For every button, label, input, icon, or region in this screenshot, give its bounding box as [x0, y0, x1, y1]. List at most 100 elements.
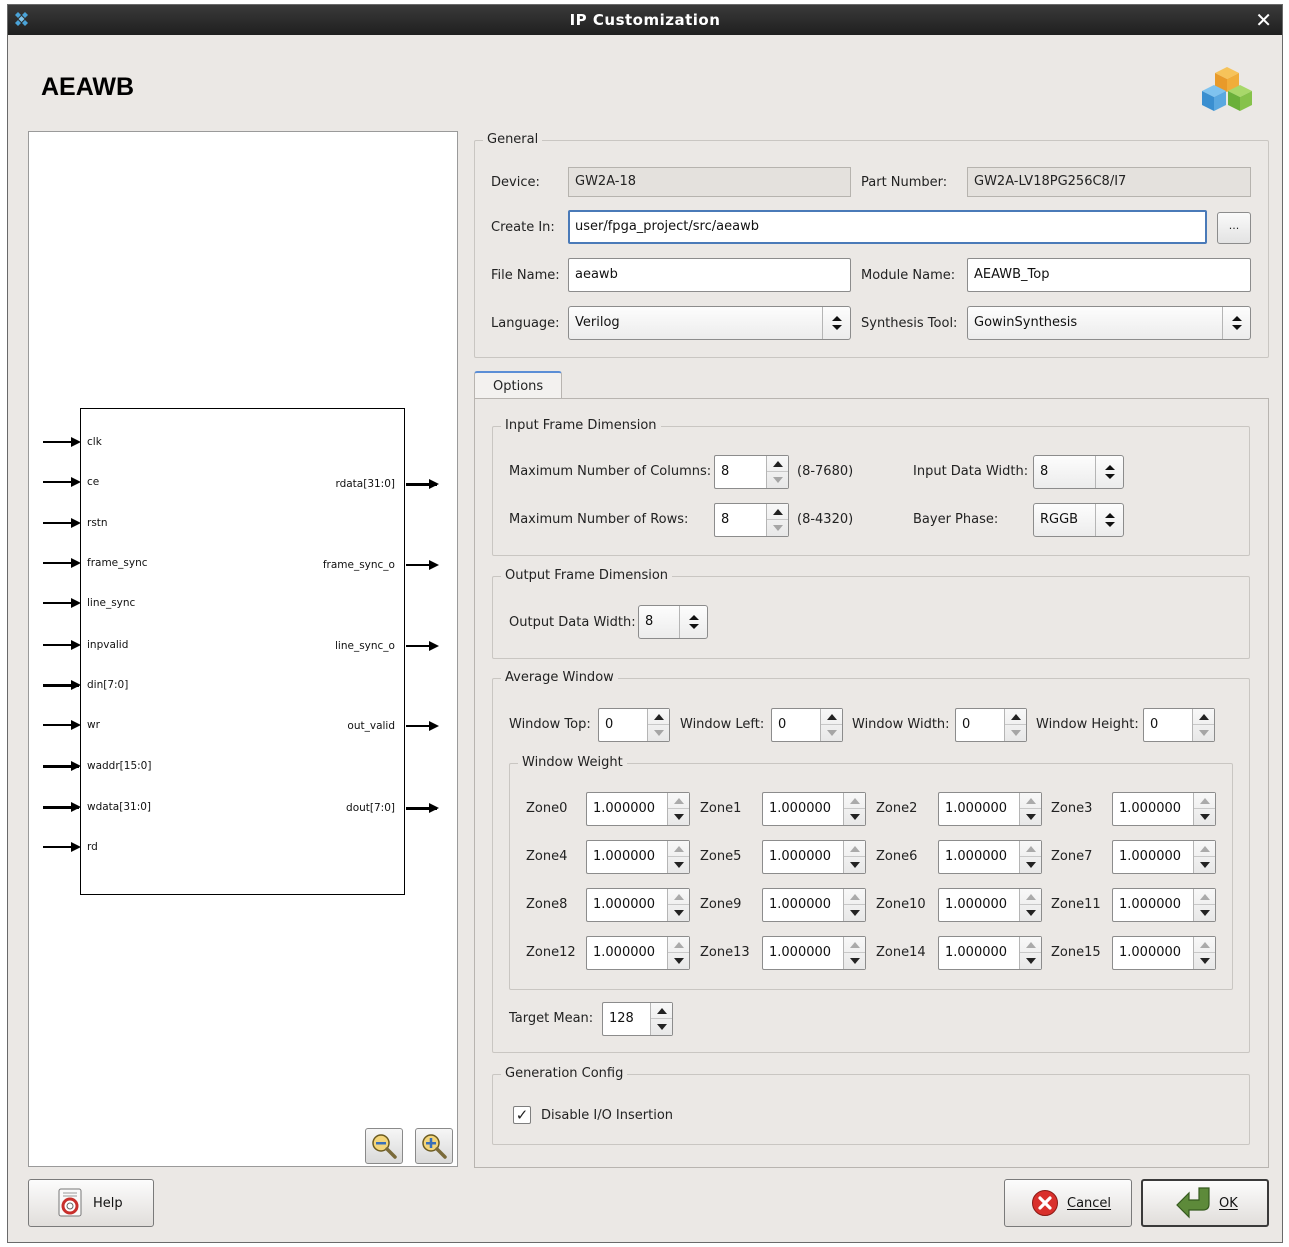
spin-up-icon[interactable] [651, 1003, 672, 1019]
spin-down-icon[interactable] [1194, 905, 1215, 921]
spin-down-icon[interactable] [1005, 725, 1026, 741]
spin-up-icon[interactable] [1194, 793, 1215, 809]
spin-down-icon[interactable] [1020, 857, 1041, 873]
zone-weight-spinbox[interactable]: 1.000000 [762, 792, 866, 826]
max-columns-spinbox[interactable]: 8 [714, 455, 789, 489]
zone-weight-spinbox[interactable]: 1.000000 [586, 792, 690, 826]
zone-weight-spinbox[interactable]: 1.000000 [938, 840, 1042, 874]
spin-up-icon[interactable] [668, 889, 689, 905]
spin-down-icon[interactable] [844, 809, 865, 825]
spin-up-icon[interactable] [668, 841, 689, 857]
spin-down-icon[interactable] [1020, 905, 1041, 921]
language-select[interactable]: Verilog [568, 306, 851, 340]
spin-up-icon[interactable] [1194, 889, 1215, 905]
ok-button-label: OK [1219, 1195, 1238, 1211]
browse-button[interactable]: ... [1217, 212, 1251, 244]
bayer-phase-select[interactable]: RGGB [1033, 503, 1124, 537]
window-weight-title: Window Weight [518, 755, 627, 770]
spin-up-icon[interactable] [1020, 793, 1041, 809]
spin-up-icon[interactable] [668, 937, 689, 953]
spin-down-icon[interactable] [651, 1019, 672, 1035]
zone-weight-spinbox[interactable]: 1.000000 [1112, 792, 1216, 826]
spin-up-icon[interactable] [1194, 937, 1215, 953]
zone-weight-spinbox[interactable]: 1.000000 [586, 840, 690, 874]
spin-down-icon[interactable] [844, 953, 865, 969]
spin-down-icon[interactable] [767, 520, 788, 536]
target-mean-spinbox[interactable]: 128 [602, 1002, 673, 1036]
zoom-in-button[interactable] [415, 1128, 453, 1164]
disable-io-checkbox[interactable]: ✓ [513, 1106, 531, 1124]
spin-down-icon[interactable] [668, 809, 689, 825]
spin-up-icon[interactable] [1193, 709, 1214, 725]
spin-up-icon[interactable] [844, 841, 865, 857]
spin-up-icon[interactable] [1194, 841, 1215, 857]
zone-weight-spinbox[interactable]: 1.000000 [586, 936, 690, 970]
spin-down-icon[interactable] [844, 905, 865, 921]
output-pin-label: frame_sync_o [322, 559, 395, 571]
spin-down-icon[interactable] [1020, 809, 1041, 825]
spin-up-icon[interactable] [844, 937, 865, 953]
window-width-spinbox[interactable]: 0 [955, 708, 1027, 742]
zone-weight-spinbox[interactable]: 1.000000 [938, 888, 1042, 922]
spin-up-icon[interactable] [844, 889, 865, 905]
zone-weight-value: 1.000000 [769, 945, 832, 960]
spin-up-icon[interactable] [648, 709, 669, 725]
spin-down-icon[interactable] [668, 857, 689, 873]
module-name-input[interactable]: AEAWB_Top [967, 258, 1251, 292]
spin-down-icon[interactable] [844, 857, 865, 873]
spin-up-icon[interactable] [821, 709, 842, 725]
output-data-width-select[interactable]: 8 [638, 605, 708, 639]
close-icon[interactable]: ✕ [1255, 8, 1272, 32]
part-number-field: GW2A-LV18PG256C8/I7 [967, 167, 1251, 197]
zone-weight-value: 1.000000 [1119, 849, 1182, 864]
zone-weight-value: 1.000000 [945, 801, 1008, 816]
spin-up-icon[interactable] [767, 504, 788, 520]
cancel-button[interactable]: Cancel [1004, 1179, 1132, 1227]
ok-button[interactable]: OK [1141, 1179, 1269, 1227]
spin-down-icon[interactable] [1020, 953, 1041, 969]
zone-weight-spinbox[interactable]: 1.000000 [1112, 936, 1216, 970]
window-top-spinbox[interactable]: 0 [598, 708, 670, 742]
zone-weight-value: 1.000000 [945, 849, 1008, 864]
window-height-spinbox[interactable]: 0 [1143, 708, 1215, 742]
window-left-spinbox[interactable]: 0 [771, 708, 843, 742]
cancel-button-label: Cancel [1067, 1195, 1112, 1211]
spin-down-icon[interactable] [1194, 809, 1215, 825]
spin-down-icon[interactable] [1194, 953, 1215, 969]
zone-weight-spinbox[interactable]: 1.000000 [1112, 888, 1216, 922]
tab-options[interactable]: Options [474, 371, 562, 400]
zone-weight-spinbox[interactable]: 1.000000 [762, 840, 866, 874]
spin-down-icon[interactable] [668, 905, 689, 921]
spin-up-icon[interactable] [1020, 889, 1041, 905]
spin-up-icon[interactable] [1005, 709, 1026, 725]
spin-down-icon[interactable] [648, 725, 669, 741]
zone-weight-spinbox[interactable]: 1.000000 [762, 936, 866, 970]
file-name-input[interactable]: aeawb [568, 258, 851, 292]
zone-weight-spinbox[interactable]: 1.000000 [1112, 840, 1216, 874]
zone-weight-spinbox[interactable]: 1.000000 [938, 792, 1042, 826]
synthesis-tool-select[interactable]: GowinSynthesis [967, 306, 1251, 340]
spin-up-icon[interactable] [844, 793, 865, 809]
input-pin-label: inpvalid [87, 639, 129, 651]
cancel-x-icon [1032, 1190, 1058, 1216]
zone-label: Zone15 [1051, 945, 1101, 960]
zone-weight-spinbox[interactable]: 1.000000 [586, 888, 690, 922]
zone-weight-spinbox[interactable]: 1.000000 [762, 888, 866, 922]
zone-weight-value: 1.000000 [593, 801, 656, 816]
spin-down-icon[interactable] [767, 472, 788, 488]
spin-up-icon[interactable] [668, 793, 689, 809]
input-data-width-select[interactable]: 8 [1033, 455, 1124, 489]
help-button[interactable]: Help [28, 1179, 154, 1227]
zone-weight-spinbox[interactable]: 1.000000 [938, 936, 1042, 970]
spin-down-icon[interactable] [1194, 857, 1215, 873]
spin-up-icon[interactable] [767, 456, 788, 472]
module-name-label: Module Name: [861, 268, 956, 283]
spin-down-icon[interactable] [821, 725, 842, 741]
spin-down-icon[interactable] [1193, 725, 1214, 741]
zoom-out-button[interactable] [365, 1128, 403, 1164]
max-rows-spinbox[interactable]: 8 [714, 503, 789, 537]
spin-down-icon[interactable] [668, 953, 689, 969]
create-in-input[interactable]: user/fpga_project/src/aeawb [568, 210, 1207, 244]
spin-up-icon[interactable] [1020, 841, 1041, 857]
spin-up-icon[interactable] [1020, 937, 1041, 953]
